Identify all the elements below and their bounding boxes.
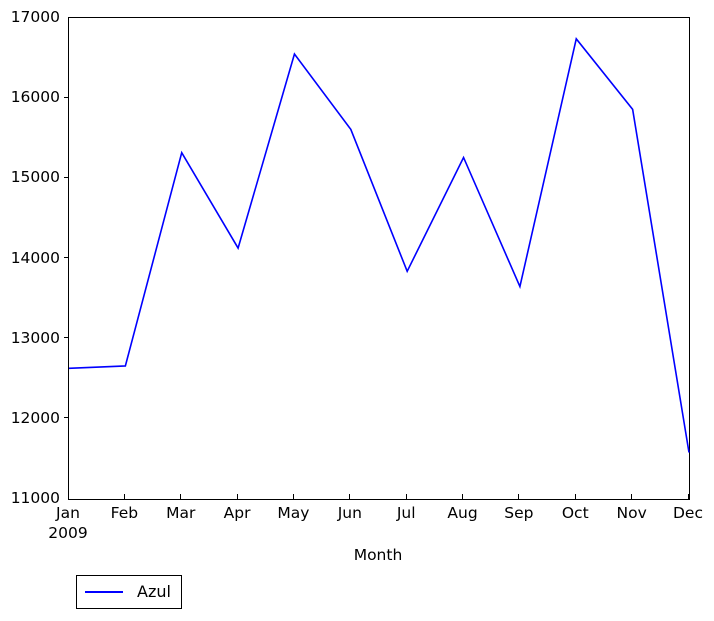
x-axis-title-text: Month xyxy=(353,546,403,564)
x-axis-tick-label: Feb xyxy=(110,504,139,522)
x-axis-tick-label: Nov xyxy=(616,504,647,522)
y-axis-tick-label: 15000 xyxy=(10,168,60,187)
chart-figure: 11000 12000 13000 14000 15000 16000 17000 Jan 2… xyxy=(0,0,714,621)
y-axis-tick-label: 16000 xyxy=(10,88,60,107)
x-axis-tick-label: Dec xyxy=(673,504,703,522)
x-axis-tick-label: Jan xyxy=(56,504,80,522)
x-axis-tick-label: Jul xyxy=(396,504,416,522)
plot-area xyxy=(68,17,690,500)
y-axis-tick-label: 11000 xyxy=(10,489,60,507)
x-axis-tick-label: Mar xyxy=(166,504,196,522)
x-axis-tick-label: Jun xyxy=(337,504,362,522)
data-series-azul xyxy=(68,37,690,453)
x-axis-tick-label: Sep xyxy=(504,504,534,522)
y-axis-tick-label: 14000 xyxy=(10,248,60,267)
y-axis-tick-label: 12000 xyxy=(10,408,60,427)
y-axis-tick-label: 17000 xyxy=(10,8,60,26)
y-axis-tick-label: 13000 xyxy=(10,328,60,347)
legend-swatch-azul xyxy=(85,591,123,593)
x-axis-tick-label: Aug xyxy=(447,504,478,522)
x-axis-tick-label: May xyxy=(277,504,310,522)
line-azul xyxy=(68,37,690,453)
x-axis-tick-label: Apr xyxy=(223,504,251,522)
chart-legend: Azul xyxy=(76,575,182,609)
x-axis-tick-sublabel: 2009 xyxy=(48,524,88,542)
legend-label-azul: Azul xyxy=(137,582,171,601)
x-axis-tick-label: Oct xyxy=(561,504,589,522)
x-axis-title: Month xyxy=(0,546,714,564)
